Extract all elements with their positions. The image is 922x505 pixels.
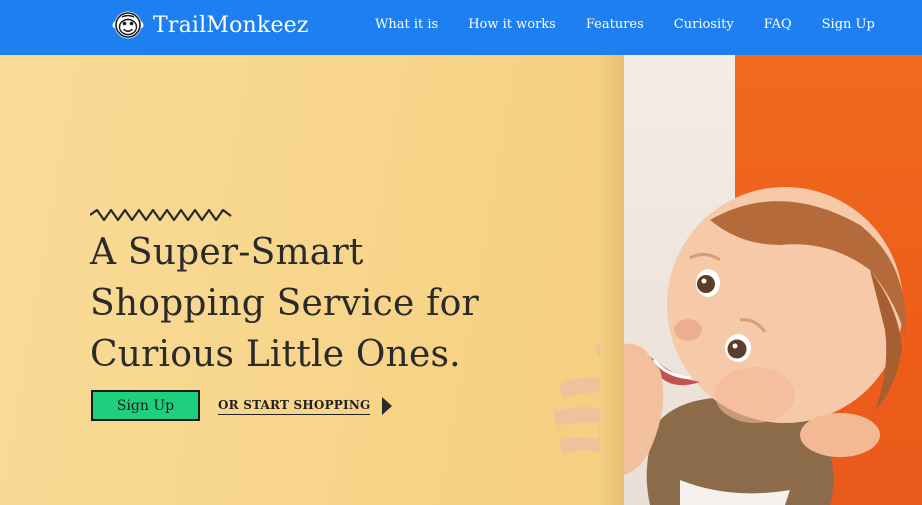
nav-features[interactable]: Features	[571, 17, 659, 32]
monkey-logo-icon	[111, 11, 145, 39]
nav-sign-up[interactable]: Sign Up	[807, 17, 890, 32]
headline-line-2: Shopping Service for	[90, 283, 479, 324]
hero-section: A Super-Smart Shopping Service for Curio…	[0, 55, 922, 505]
nav-curiosity[interactable]: Curiosity	[659, 17, 749, 32]
signup-button[interactable]: Sign Up	[91, 390, 200, 421]
brand-logo-link[interactable]: TrailMonkeez	[111, 8, 309, 42]
nav-faq[interactable]: FAQ	[749, 17, 807, 32]
start-shopping-label: OR START SHOPPING	[218, 398, 371, 415]
brand-name: TrailMonkeez	[153, 12, 309, 38]
hero-headline: A Super-Smart Shopping Service for Curio…	[90, 227, 510, 380]
zigzag-decoration-icon	[90, 209, 232, 221]
nav-how-it-works[interactable]: How it works	[453, 17, 571, 32]
wall-edge-shadow	[600, 55, 624, 505]
start-shopping-link[interactable]: OR START SHOPPING	[218, 395, 393, 417]
headline-line-3: Curious Little Ones.	[90, 334, 461, 375]
headline-line-1: A Super-Smart	[90, 232, 364, 273]
play-arrow-icon	[382, 397, 393, 415]
site-header: TrailMonkeez What it is How it works Fea…	[0, 0, 922, 55]
main-nav: What it is How it works Features Curiosi…	[360, 0, 890, 48]
nav-what-it-is[interactable]: What it is	[360, 17, 453, 32]
baby-photo-image	[554, 187, 906, 505]
